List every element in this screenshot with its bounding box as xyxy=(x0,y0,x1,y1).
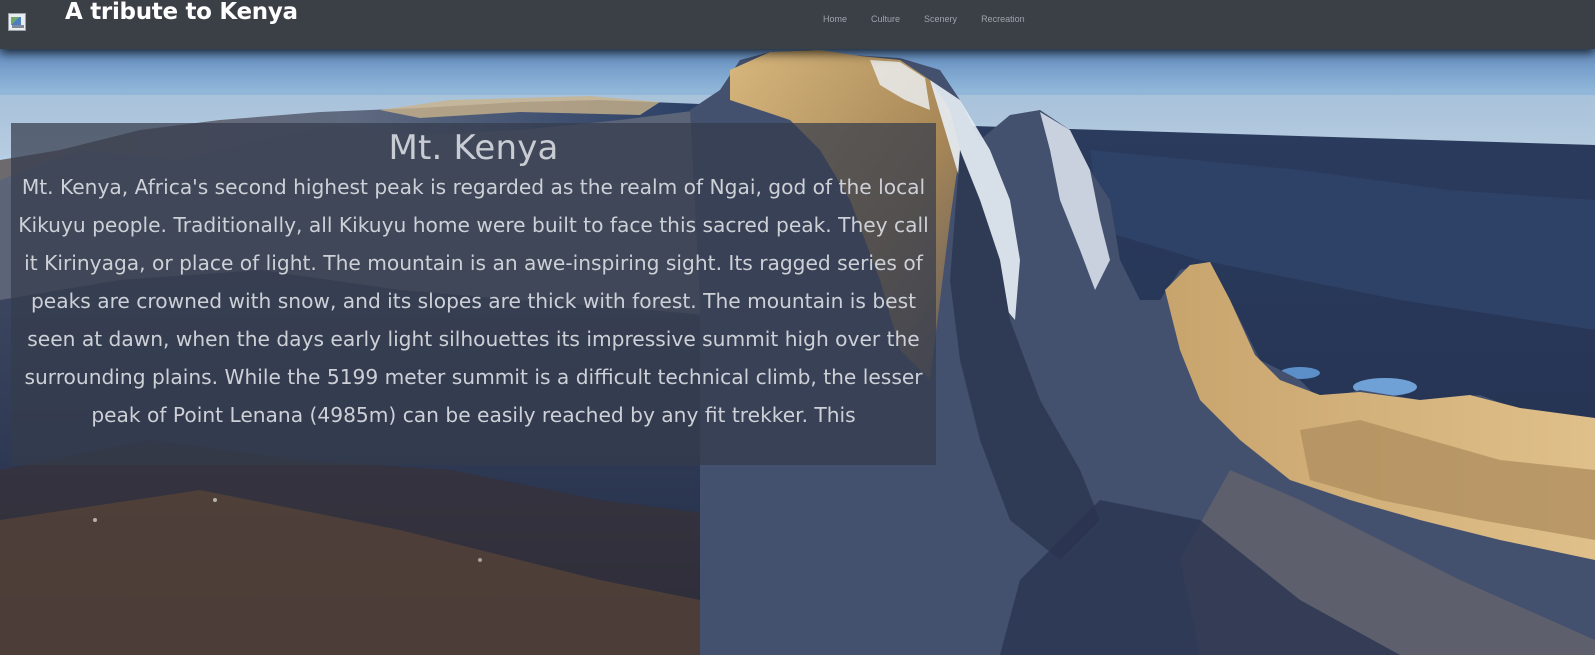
panel-title: Mt. Kenya xyxy=(388,128,559,168)
nav-link-recreation[interactable]: Recreation xyxy=(981,13,1025,25)
nav-link-home[interactable]: Home xyxy=(823,13,847,25)
info-panel: Mt. Kenya Mt. Kenya, Africa's second hig… xyxy=(11,123,936,465)
nav-link-scenery[interactable]: Scenery xyxy=(924,13,957,25)
top-navbar: A tribute to Kenya Home Culture Scenery … xyxy=(0,0,1595,49)
broken-image-icon[interactable] xyxy=(8,13,26,31)
nav-link-culture[interactable]: Culture xyxy=(871,13,900,25)
site-title[interactable]: A tribute to Kenya xyxy=(65,0,298,27)
panel-body-text: Mt. Kenya, Africa's second highest peak … xyxy=(18,175,929,427)
page: A tribute to Kenya Home Culture Scenery … xyxy=(0,0,1595,655)
main-nav: Home Culture Scenery Recreation xyxy=(823,13,1049,25)
